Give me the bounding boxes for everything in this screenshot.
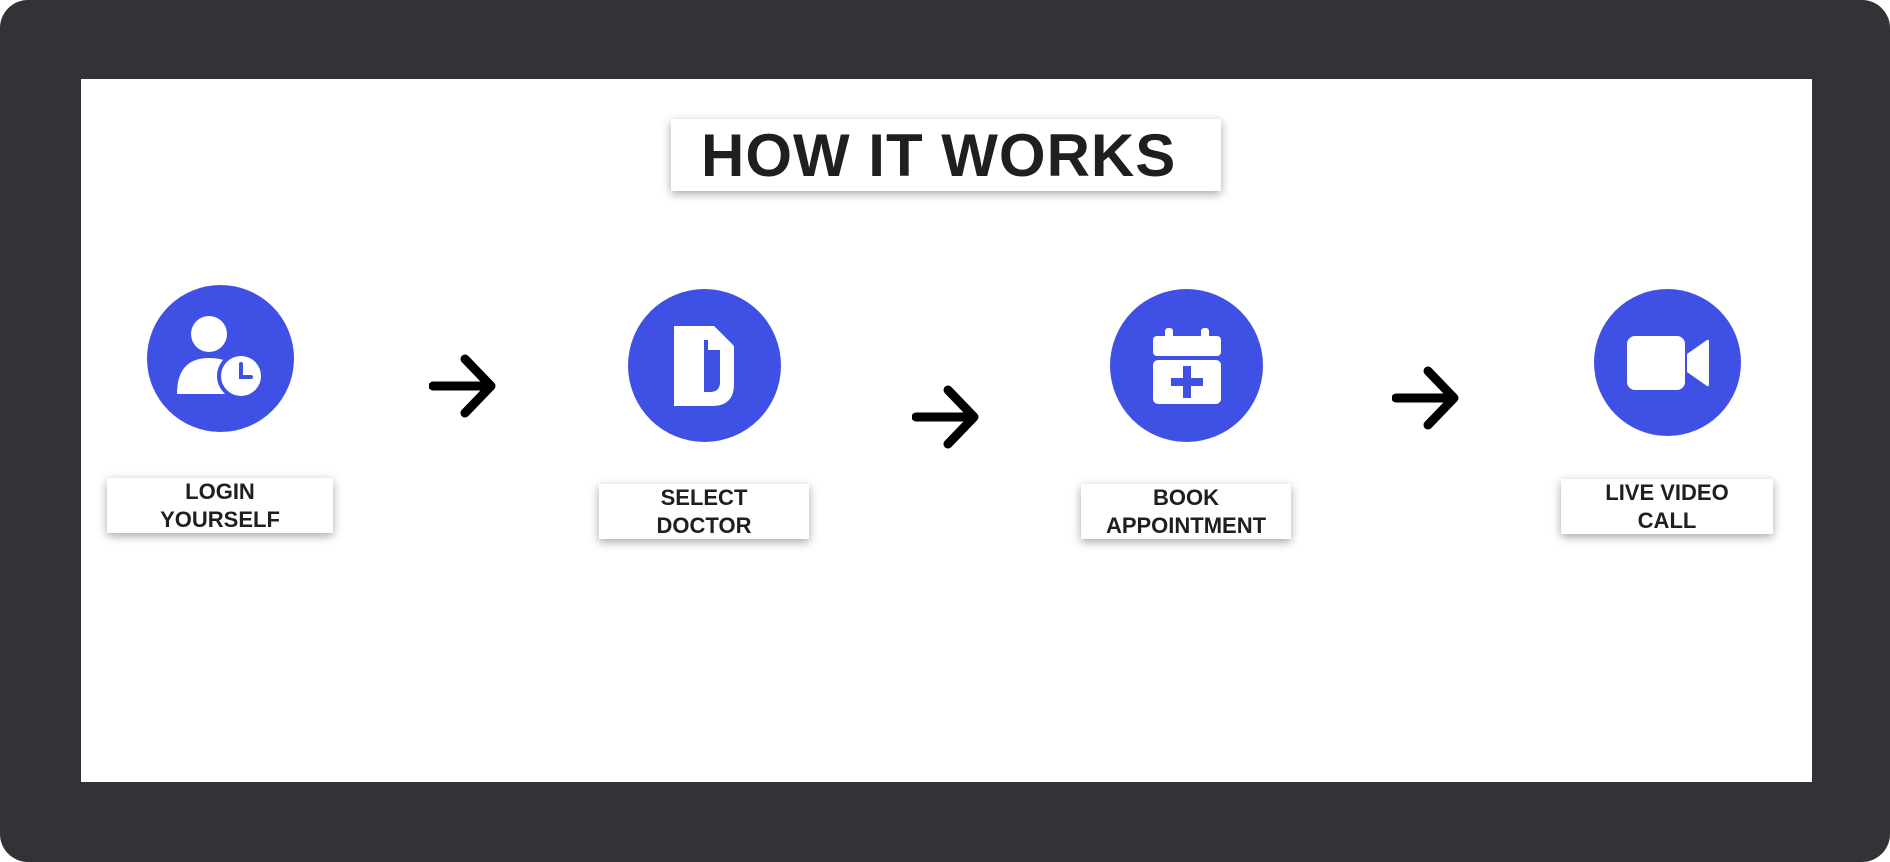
- step-3-label-line2: APPOINTMENT: [1105, 512, 1267, 538]
- step-3-label: BOOK APPOINTMENT: [1081, 484, 1291, 539]
- step-2-label: SELECT DOCTOR: [599, 484, 809, 539]
- step-3-label-line1: BOOK: [1153, 484, 1219, 510]
- step-3-icon-circle[interactable]: [1110, 289, 1263, 442]
- video-camera-icon: [1626, 335, 1709, 390]
- arrow-right-icon: [1392, 366, 1459, 430]
- step-1-label-line2: YOURSELF: [160, 506, 280, 532]
- step-2-icon-circle[interactable]: [628, 289, 781, 442]
- outer-frame: HOW IT WORKS LOGIN YOURSELF SELECT DOCTO…: [0, 0, 1890, 862]
- user-clock-icon: [176, 315, 265, 400]
- step-1-label: LOGIN YOURSELF: [107, 478, 333, 533]
- step-4-label-line2: CALL: [1637, 507, 1697, 533]
- step-1-icon-circle[interactable]: [147, 285, 294, 432]
- title-card: HOW IT WORKS: [671, 119, 1221, 191]
- arrow-right-icon: [912, 385, 979, 449]
- calendar-plus-icon: [1152, 327, 1221, 404]
- page-title: HOW IT WORKS: [701, 121, 1177, 189]
- step-2-label-line1: SELECT: [660, 484, 748, 510]
- arrow-right-icon: [429, 354, 496, 418]
- step-1-label-line1: LOGIN: [185, 478, 255, 504]
- step-4-label: LIVE VIDEO CALL: [1561, 479, 1773, 534]
- how-it-works-panel: HOW IT WORKS LOGIN YOURSELF SELECT DOCTO…: [81, 79, 1812, 782]
- step-4-label-line1: LIVE VIDEO: [1605, 479, 1729, 505]
- step-2-label-line2: DOCTOR: [656, 512, 752, 538]
- document-icon: [673, 325, 734, 406]
- step-4-icon-circle[interactable]: [1594, 289, 1741, 436]
